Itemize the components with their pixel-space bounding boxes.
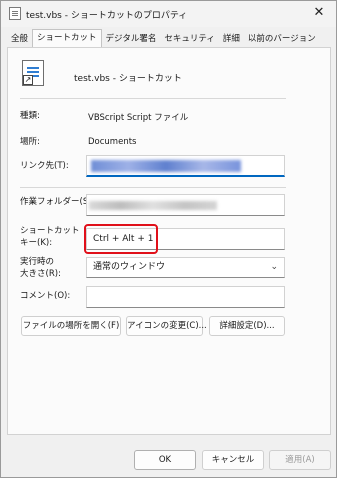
type-label: 種類: xyxy=(20,111,40,121)
properties-window: test.vbs - ショートカットのプロパティ ✕ 全般 ショートカット デジ… xyxy=(0,0,337,478)
divider xyxy=(20,98,286,99)
target-label: リンク先(T): xyxy=(20,161,69,171)
tab-security[interactable]: セキュリティ xyxy=(160,31,219,47)
tab-details[interactable]: 詳細 xyxy=(219,31,244,47)
advanced-button[interactable]: 詳細設定(D)... xyxy=(209,316,285,336)
comment-label: コメント(O): xyxy=(20,291,71,301)
tab-shortcut[interactable]: ショートカット xyxy=(32,29,102,47)
open-file-location-button[interactable]: ファイルの場所を開く(F) xyxy=(21,316,121,336)
target-input[interactable] xyxy=(86,155,285,177)
shortcut-arrow-icon: ↗ xyxy=(23,75,33,85)
type-value: VBScript Script ファイル xyxy=(88,113,189,123)
hotkey-highlight-box xyxy=(84,224,158,254)
close-button[interactable]: ✕ xyxy=(312,5,326,21)
redacted-start-path xyxy=(89,201,217,210)
hotkey-label-line1: ショートカット xyxy=(20,226,80,236)
hotkey-label-line2: キー(K): xyxy=(20,238,53,248)
start-in-label: 作業フォルダー(S): xyxy=(20,197,95,207)
divider xyxy=(20,187,286,188)
tab-previous-versions[interactable]: 以前のバージョン xyxy=(244,31,320,47)
redacted-target-path xyxy=(91,160,241,172)
vbs-shortcut-icon: ↗ xyxy=(22,60,44,86)
location-value: Documents xyxy=(88,137,137,147)
run-label-line1: 実行時の xyxy=(20,257,55,267)
title-bar: test.vbs - ショートカットのプロパティ ✕ xyxy=(1,1,336,27)
run-label-line2: 大きさ(R): xyxy=(20,269,61,279)
file-name: test.vbs - ショートカット xyxy=(74,74,182,84)
chevron-down-icon: ⌄ xyxy=(270,262,278,272)
cancel-button[interactable]: キャンセル xyxy=(202,450,264,470)
window-title: test.vbs - ショートカットのプロパティ xyxy=(26,11,188,21)
ok-button[interactable]: OK xyxy=(134,450,196,470)
change-icon-button[interactable]: アイコンの変更(C)... xyxy=(126,316,207,336)
shortcut-panel: ↗ test.vbs - ショートカット 種類: VBScript Script… xyxy=(7,47,331,435)
comment-input[interactable] xyxy=(86,286,285,308)
tab-bar: 全般 ショートカット デジタル署名 セキュリティ 詳細 以前のバージョン xyxy=(7,29,331,47)
tab-general[interactable]: 全般 xyxy=(7,31,32,47)
start-in-input[interactable] xyxy=(86,194,285,216)
tab-digital-signature[interactable]: デジタル署名 xyxy=(102,31,161,47)
document-icon xyxy=(9,7,21,20)
apply-button[interactable]: 適用(A) xyxy=(269,450,331,470)
close-icon: ✕ xyxy=(313,5,325,20)
location-label: 場所: xyxy=(20,137,40,147)
run-select[interactable]: 通常のウィンドウ ⌄ xyxy=(86,257,285,278)
run-select-value: 通常のウィンドウ xyxy=(93,262,166,272)
